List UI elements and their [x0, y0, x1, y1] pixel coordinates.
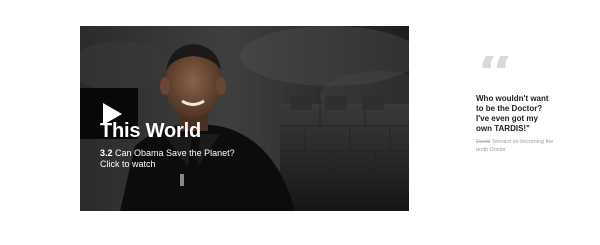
episode-number: 3.2 — [100, 148, 113, 158]
promo-caption[interactable]: 3.2 Can Obama Save the Planet? Click to … — [100, 148, 300, 170]
quote-attribution: David Tennant on becoming the tenth Doct… — [476, 138, 556, 154]
quote-text: Who wouldn't want to be the Doctor? I've… — [476, 94, 549, 133]
quote-mark-icon: “ — [478, 56, 556, 90]
video-promo[interactable]: This World 3.2 Can Obama Save the Planet… — [80, 26, 409, 211]
quote-author: David — [476, 139, 491, 145]
click-to-watch-link[interactable]: Click to watch — [100, 159, 156, 169]
page: This World 3.2 Can Obama Save the Planet… — [0, 0, 600, 245]
episode-title: Can Obama Save the Planet? — [115, 148, 235, 158]
promo-title[interactable]: This World — [100, 119, 201, 143]
pull-quote: “ Who wouldn't want to be the Doctor? I'… — [476, 56, 556, 154]
